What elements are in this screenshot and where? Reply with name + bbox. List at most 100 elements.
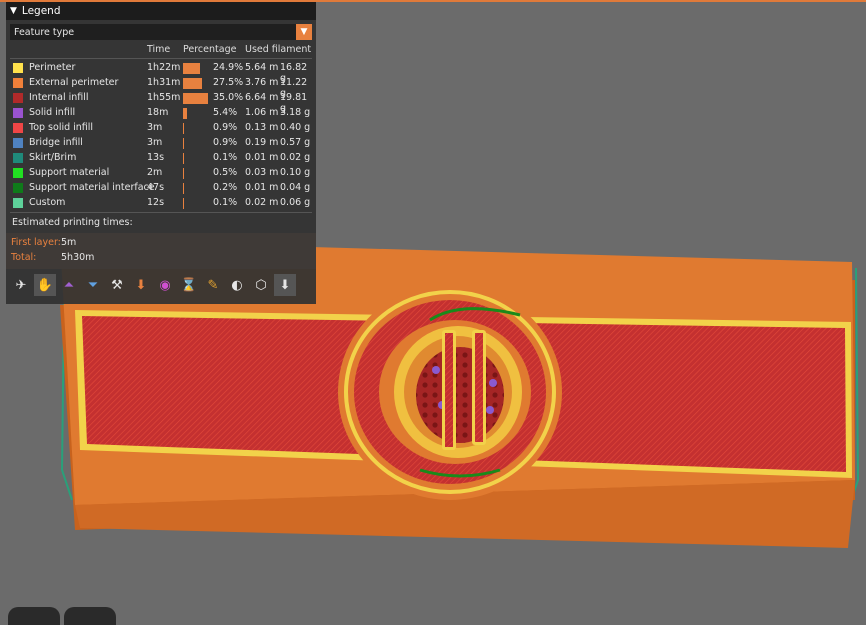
feature-color-swatch[interactable] — [13, 108, 23, 118]
column-header-percentage: Percentage — [183, 44, 237, 55]
shells-icon[interactable]: ⬡ — [250, 274, 272, 296]
feature-weight: 0.04 g — [280, 182, 311, 193]
feature-percentage: 0.5% — [213, 167, 238, 178]
legend-toolbar: ✈ ✋ ⏶ ⏷ ⚒ ⬇ ◉ ⌛ ✎ ◐ ⬡ ⬇ — [10, 274, 312, 300]
column-header-filament: Used filament — [245, 44, 312, 55]
feature-length: 6.64 m — [245, 92, 279, 103]
feature-time: 18m — [147, 107, 169, 118]
feature-color-swatch[interactable] — [13, 198, 23, 208]
center-of-gravity-icon[interactable]: ◐ — [226, 274, 248, 296]
collapse-triangle-icon[interactable]: ▼ — [10, 6, 17, 16]
view-type-select[interactable]: Feature type ▼ — [10, 24, 312, 40]
feature-name: Perimeter — [29, 62, 76, 73]
feature-color-swatch[interactable] — [13, 153, 23, 163]
custom-gcodes-icon[interactable]: ✎ — [202, 274, 224, 296]
divider — [10, 58, 312, 59]
feature-percentage-bar — [183, 138, 184, 149]
feature-percentage-bar — [183, 183, 184, 194]
feature-name: Custom — [29, 197, 66, 208]
first-layer-value: 5m — [61, 237, 77, 248]
feature-row[interactable]: Support material 2m 0.5% 0.03 m 0.10 g — [6, 166, 316, 181]
feature-row[interactable]: Perimeter 1h22m 24.9% 5.64 m 16.82 g — [6, 61, 316, 84]
feature-color-swatch[interactable] — [13, 78, 23, 88]
feature-length: 0.19 m — [245, 137, 279, 148]
feature-weight: 0.10 g — [280, 167, 311, 178]
feature-percentage-bar — [183, 78, 202, 89]
feature-name: Support material — [29, 167, 110, 178]
feature-length: 0.01 m — [245, 182, 279, 193]
feature-percentage-bar — [183, 108, 187, 119]
feature-percentage: 24.9% — [213, 62, 244, 73]
feature-row[interactable]: Bridge infill 3m 0.9% 0.19 m 0.57 g — [6, 136, 316, 151]
pause-prints-icon[interactable]: ⌛ — [178, 274, 200, 296]
feature-length: 0.02 m — [245, 197, 279, 208]
feature-percentage-bar — [183, 63, 200, 74]
feature-time: 1h22m — [147, 62, 181, 73]
feature-name: Internal infill — [29, 92, 89, 103]
feature-name: Bridge infill — [29, 137, 83, 148]
column-header-time: Time — [147, 44, 171, 55]
feature-time: 3m — [147, 122, 163, 133]
feature-weight: 0.06 g — [280, 197, 311, 208]
feature-percentage: 0.9% — [213, 122, 238, 133]
view-type-value: Feature type — [14, 26, 75, 38]
feature-color-swatch[interactable] — [13, 138, 23, 148]
feature-time: 1h55m — [147, 92, 181, 103]
feature-length: 0.03 m — [245, 167, 279, 178]
feature-percentage: 35.0% — [213, 92, 244, 103]
feature-percentage: 0.1% — [213, 152, 238, 163]
times-band: First layer: 5m Total: 5h30m — [6, 233, 316, 269]
feature-time: 3m — [147, 137, 163, 148]
feature-length: 3.76 m — [245, 77, 279, 88]
color-changes-icon[interactable]: ◉ — [154, 274, 176, 296]
feature-time: 1h31m — [147, 77, 181, 88]
feature-color-swatch[interactable] — [13, 168, 23, 178]
feature-percentage-bar — [183, 198, 184, 209]
feature-length: 5.64 m — [245, 62, 279, 73]
tool-marker-icon[interactable]: ⬇ — [274, 274, 296, 296]
view-button-2[interactable] — [64, 607, 116, 625]
feature-name: Top solid infill — [29, 122, 94, 133]
feature-row[interactable]: Support material interface 47s 0.2% 0.01 m0… — [6, 181, 316, 196]
feature-percentage-bar — [183, 168, 184, 179]
total-label: Total: — [11, 252, 37, 263]
legend-header[interactable]: ▼ Legend — [6, 2, 316, 20]
total-value: 5h30m — [61, 252, 95, 263]
feature-weight: 0.57 g — [280, 137, 311, 148]
feature-row[interactable]: External perimeter 1h31m 27.5% 3.76 m 11.22 … — [6, 76, 316, 99]
tool-changes-icon[interactable]: ⬇ — [130, 274, 152, 296]
feature-row[interactable]: Custom 12s 0.1% 0.02 m 0.06 g — [6, 196, 316, 211]
estimated-times-label: Estimated printing times: — [12, 217, 133, 228]
feature-time: 2m — [147, 167, 163, 178]
first-layer-label: First layer: — [11, 237, 61, 248]
feature-time: 12s — [147, 197, 165, 208]
wipe-icon[interactable]: ✋ — [34, 274, 56, 296]
dropdown-arrow-icon[interactable]: ▼ — [296, 24, 312, 40]
feature-weight: 0.40 g — [280, 122, 311, 133]
feature-color-swatch[interactable] — [13, 183, 23, 193]
feature-percentage-bar — [183, 93, 208, 104]
feature-row[interactable]: Solid infill 18m 5.4% 1.06 m 3.18 g — [6, 106, 316, 121]
divider — [10, 212, 312, 213]
deretractions-icon[interactable]: ⏷ — [82, 274, 104, 296]
feature-name: Solid infill — [29, 107, 76, 118]
seams-icon[interactable]: ⚒ — [106, 274, 128, 296]
view-button-1[interactable] — [8, 607, 60, 625]
feature-color-swatch[interactable] — [13, 93, 23, 103]
retractions-icon[interactable]: ⏶ — [58, 274, 80, 296]
travel-icon[interactable]: ✈ — [10, 274, 32, 296]
feature-percentage-bar — [183, 123, 184, 134]
feature-row[interactable]: Internal infill 1h55m 35.0% 6.64 m 19.81 g — [6, 91, 316, 114]
feature-percentage: 27.5% — [213, 77, 244, 88]
feature-color-swatch[interactable] — [13, 63, 23, 73]
feature-percentage-bar — [183, 153, 184, 164]
feature-row[interactable]: Skirt/Brim 13s 0.1% 0.01 m 0.02 g — [6, 151, 316, 166]
legend-title: Legend — [21, 5, 61, 17]
feature-percentage: 0.2% — [213, 182, 238, 193]
feature-row[interactable]: Top solid infill 3m 0.9% 0.13 m 0.40 g — [6, 121, 316, 136]
feature-length: 0.13 m — [245, 122, 279, 133]
feature-length: 1.06 m — [245, 107, 279, 118]
feature-percentage: 0.9% — [213, 137, 238, 148]
feature-name: Skirt/Brim — [29, 152, 77, 163]
feature-color-swatch[interactable] — [13, 123, 23, 133]
